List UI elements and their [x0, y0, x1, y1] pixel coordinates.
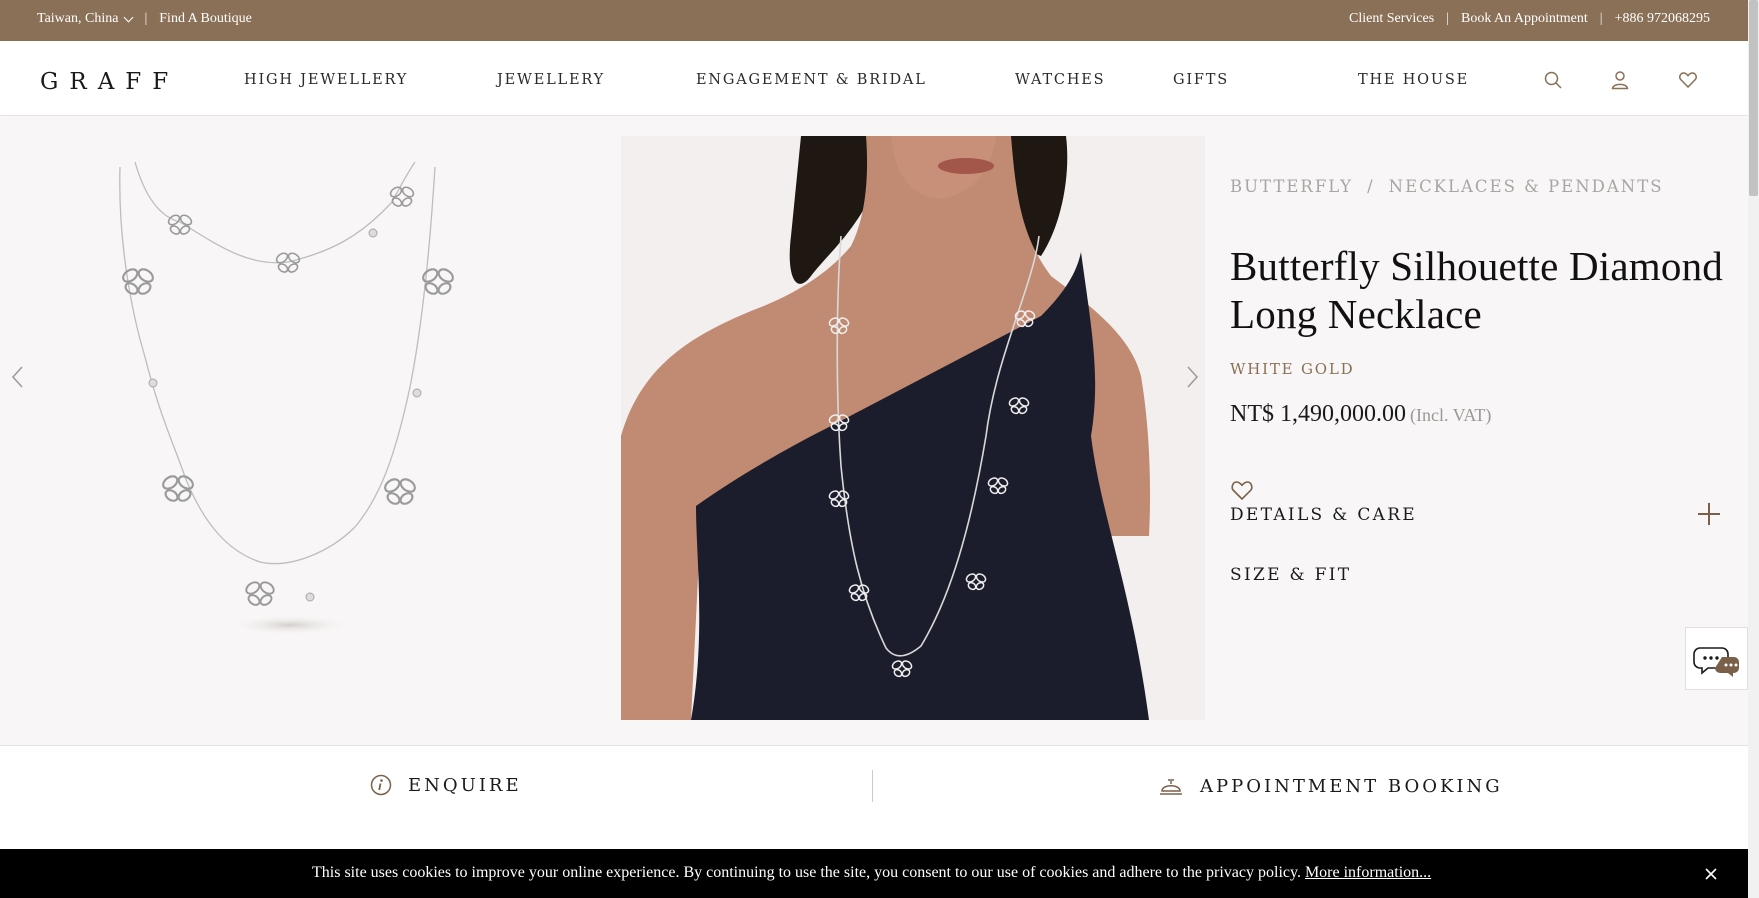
accordion-size-fit[interactable]: SIZE & FIT [1230, 565, 1680, 585]
divider [872, 770, 873, 802]
search-icon[interactable] [1543, 70, 1563, 90]
nav-item-engagement-bridal[interactable]: ENGAGEMENT & BRIDAL [696, 72, 927, 88]
concierge-bell-icon [1160, 779, 1182, 795]
plus-icon[interactable] [1698, 503, 1720, 525]
utility-left: Taiwan, China | Find A Boutique [37, 11, 252, 27]
scrollbar-thumb[interactable] [1749, 0, 1758, 196]
accordion-label: DETAILS & CARE [1230, 505, 1418, 525]
find-boutique-link[interactable]: Find A Boutique [159, 11, 252, 27]
account-icon[interactable] [1610, 70, 1630, 90]
add-to-wishlist-icon[interactable] [1230, 479, 1254, 501]
breadcrumb-separator: / [1367, 177, 1375, 196]
info-icon [370, 774, 392, 796]
product-metal: WHITE GOLD [1230, 360, 1355, 378]
nav-item-watches[interactable]: WATCHES [1015, 72, 1105, 88]
enquire-label: ENQUIRE [408, 774, 522, 796]
product-title: Butterfly Silhouette Diamond Long Neckla… [1230, 243, 1723, 337]
breadcrumb-item-necklaces[interactable]: NECKLACES & PENDANTS [1389, 177, 1664, 196]
site-header: GRAFF HIGH JEWELLERY JEWELLERY ENGAGEMEN… [0, 41, 1748, 116]
accordion-details-care[interactable]: DETAILS & CARE [1230, 503, 1720, 525]
utility-right: Client Services | Book An Appointment | … [1349, 11, 1710, 27]
product-price: NT$ 1,490,000.00 (Incl. VAT) [1230, 401, 1491, 428]
phone-link[interactable]: +886 972068295 [1615, 11, 1710, 27]
vat-note: (Incl. VAT) [1410, 405, 1492, 425]
book-appointment-link[interactable]: Book An Appointment [1461, 11, 1588, 27]
action-bar: ENQUIRE APPOINTMENT BOOKING [0, 745, 1748, 825]
chat-icon [1693, 647, 1739, 677]
cookie-message: This site uses cookies to improve your o… [312, 864, 1431, 882]
appointment-booking-button[interactable]: APPOINTMENT BOOKING [1158, 774, 1503, 798]
close-icon[interactable] [1703, 866, 1719, 882]
necklace-product-image [119, 161, 454, 635]
live-chat-button[interactable] [1685, 627, 1748, 690]
breadcrumb: BUTTERFLY / NECKLACES & PENDANTS [1230, 177, 1664, 196]
enquire-button[interactable]: ENQUIRE [370, 774, 522, 796]
nav-item-gifts[interactable]: GIFTS [1173, 72, 1229, 88]
chevron-down-icon [124, 12, 134, 22]
region-label: Taiwan, China [37, 11, 119, 26]
accordion-label: SIZE & FIT [1230, 565, 1352, 585]
cookie-text: This site uses cookies to improve your o… [312, 864, 1301, 881]
nav-item-jewellery[interactable]: JEWELLERY [497, 72, 605, 88]
separator: | [1446, 11, 1449, 26]
nav-item-high-jewellery[interactable]: HIGH JEWELLERY [244, 72, 408, 88]
product-main: BUTTERFLY / NECKLACES & PENDANTS Butterfly… [0, 117, 1748, 745]
wishlist-icon[interactable] [1678, 70, 1698, 90]
model-wearing-necklace-image [621, 136, 1205, 720]
region-selector[interactable]: Taiwan, China [37, 11, 134, 27]
client-services-link[interactable]: Client Services [1349, 11, 1434, 27]
nav-item-the-house[interactable]: THE HOUSE [1358, 72, 1469, 88]
chevron-left-icon[interactable] [8, 362, 28, 392]
price-value: NT$ 1,490,000.00 [1230, 401, 1406, 427]
cookie-banner: This site uses cookies to improve your o… [0, 849, 1748, 898]
chevron-right-icon[interactable] [1182, 362, 1202, 392]
separator: | [144, 11, 148, 26]
appointment-label: APPOINTMENT BOOKING [1200, 775, 1503, 797]
cookie-more-info-link[interactable]: More information... [1305, 864, 1431, 881]
separator: | [1599, 11, 1603, 26]
graff-logo[interactable]: GRAFF [40, 69, 179, 95]
utility-bar: Taiwan, China | Find A Boutique Client S… [0, 0, 1748, 41]
breadcrumb-item-butterfly[interactable]: BUTTERFLY [1230, 177, 1353, 196]
